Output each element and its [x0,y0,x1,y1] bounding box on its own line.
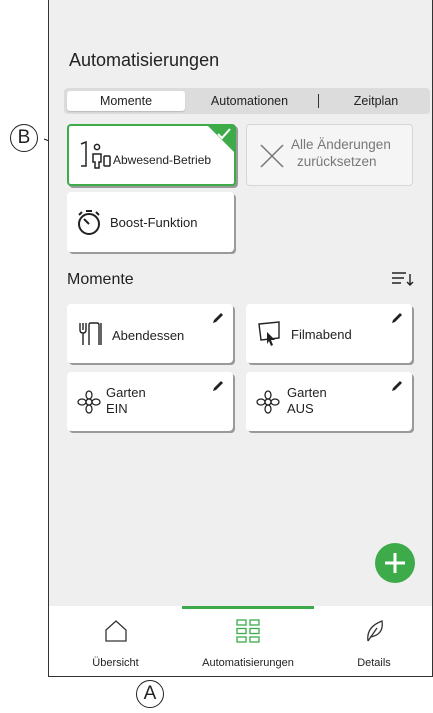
tab-uebersicht[interactable]: Übersicht [49,606,182,676]
moment-tile-abendessen[interactable]: Abendessen [67,304,233,363]
dinner-cutlery-icon [79,322,102,345]
edit-pencil-icon[interactable] [390,311,404,325]
bottom-nav: Übersicht Automatisierungen Details [49,606,432,676]
moment-tile-garten-aus[interactable]: Garten AUS [246,372,412,431]
away-mode-tile[interactable]: Abwesend-Betrieb [67,124,236,186]
segment-momente[interactable]: Momente [67,91,185,111]
tab-details[interactable]: Details [314,606,432,676]
tab-label: Übersicht [92,657,139,669]
page-title: Automatisierungen [69,50,220,70]
callout-b: B [10,124,38,152]
boost-label: Boost-Funktion [110,215,198,230]
home-icon [105,620,127,642]
add-moment-button[interactable] [375,543,415,583]
edit-pencil-icon[interactable] [211,311,225,325]
section-title-momente: Momente [67,271,134,288]
away-mode-label: Abwesend-Betrieb [113,153,212,167]
edit-pencil-icon[interactable] [390,379,404,393]
segmented-control: Momente Automationen Zeitplan [64,88,430,114]
moment-label: Filmabend [291,327,352,342]
moment-label-line1: Garten [287,385,327,400]
app-screen: Automatisierungen Momente Automationen Z… [48,0,433,677]
tab-automatisierungen[interactable]: Automatisierungen [182,606,314,676]
reset-changes-tile[interactable]: Alle Änderungen zurücksetzen [246,124,413,186]
boost-tile[interactable]: Boost-Funktion [67,192,234,252]
segment-automationen[interactable]: Automationen [192,91,307,111]
movie-screen-icon [258,321,280,346]
grid-icon [236,619,260,643]
callout-a: A [136,680,164,708]
moment-label-line2: AUS [287,401,314,416]
flower-icon [256,390,280,414]
moment-label: Abendessen [112,328,185,343]
stage: Automatisierungen Momente Automationen Z… [0,0,433,713]
plus-icon [385,553,405,573]
check-icon [217,128,231,140]
timer-icon [78,210,100,235]
away-person-icon [80,140,111,169]
reset-label-line1: Alle Änderungen [291,137,391,152]
edit-pencil-icon[interactable] [211,379,225,393]
sort-icon[interactable] [392,271,414,287]
active-tab-indicator [182,606,314,609]
segment-divider [318,94,319,108]
leaf-icon [367,620,383,642]
flower-icon [77,390,101,414]
moment-tile-filmabend[interactable]: Filmabend [246,304,412,363]
reset-label-line2: zurücksetzen [297,154,377,169]
segment-zeitplan[interactable]: Zeitplan [326,91,426,111]
moment-label-line1: Garten [106,385,146,400]
moment-tile-garten-ein[interactable]: Garten EIN [67,372,233,431]
x-icon [260,144,284,168]
tab-label: Automatisierungen [202,657,294,669]
moment-label-line2: EIN [106,401,128,416]
tab-label: Details [357,657,391,669]
